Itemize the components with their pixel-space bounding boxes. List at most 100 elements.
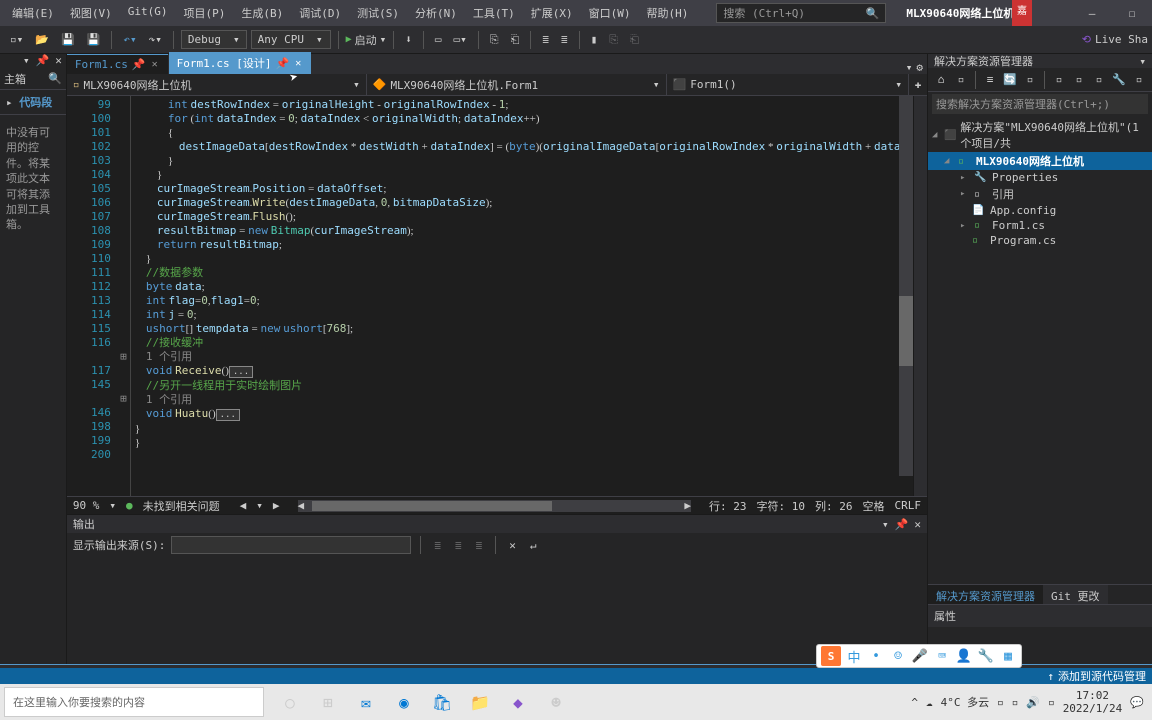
- solution-search[interactable]: 搜索解决方案资源管理器(Ctrl+;): [932, 94, 1148, 114]
- toolbar-icon[interactable]: ▭▾: [450, 31, 471, 48]
- mail-icon[interactable]: ✉: [354, 690, 378, 714]
- explorer-icon[interactable]: 📁: [468, 690, 492, 714]
- taskbar-search[interactable]: 在这里输入你要搜索的内容: [4, 687, 264, 717]
- toolbar-icon[interactable]: ▫: [952, 71, 970, 89]
- vertical-scrollbar[interactable]: [899, 96, 913, 476]
- menu-item[interactable]: 扩展(X): [523, 3, 581, 23]
- volume-icon[interactable]: 🔊: [1026, 696, 1040, 709]
- zoom-level[interactable]: 90 %: [73, 499, 100, 512]
- toolbar-icon[interactable]: ≣: [538, 31, 553, 48]
- start-button[interactable]: ▶启动▾: [346, 32, 387, 48]
- toolbar-icon[interactable]: ⎗: [626, 31, 643, 49]
- menu-item[interactable]: Git(G): [120, 3, 176, 23]
- clock-time[interactable]: 17:02: [1063, 689, 1123, 702]
- horizontal-scrollbar[interactable]: ◀▶: [298, 500, 691, 512]
- toolbar-icon[interactable]: ≣: [451, 537, 466, 554]
- dropdown-icon[interactable]: ▾: [906, 61, 913, 74]
- new-icon[interactable]: ▫▾: [6, 31, 27, 48]
- tray-icon[interactable]: ▫: [997, 696, 1004, 709]
- liveshare-button[interactable]: ⟲Live Sha: [1082, 33, 1148, 46]
- ime-grid-icon[interactable]: ▦: [999, 647, 1017, 665]
- platform-combo[interactable]: Any CPU▾: [251, 30, 331, 49]
- clear-icon[interactable]: ✕: [505, 537, 520, 554]
- toolbar-icon[interactable]: ▭: [431, 31, 446, 48]
- global-search[interactable]: 搜索 (Ctrl+Q) 🔍: [716, 3, 886, 23]
- pin-icon[interactable]: 📌: [36, 54, 50, 68]
- account-badge[interactable]: 嘉: [1012, 0, 1032, 26]
- dropdown-icon[interactable]: ▾: [882, 518, 889, 531]
- pin-icon[interactable]: 📌: [132, 58, 146, 71]
- wrench-icon[interactable]: 🔧: [1110, 71, 1128, 89]
- ime-emoji-icon[interactable]: ☺: [889, 647, 907, 665]
- weather-icon[interactable]: ☁: [926, 696, 933, 709]
- toolbar-icon[interactable]: ≡: [981, 71, 999, 89]
- toolbar-icon[interactable]: ▫: [1070, 71, 1088, 89]
- tab-form1-cs[interactable]: Form1.cs📌✕: [67, 54, 168, 74]
- minimap[interactable]: [913, 96, 927, 496]
- close-icon[interactable]: ✕: [150, 59, 160, 70]
- toolbar-icon[interactable]: ⬇: [401, 31, 416, 48]
- toolbar-icon[interactable]: ≣: [557, 31, 572, 48]
- toolbar-icon[interactable]: ▫: [1090, 71, 1108, 89]
- nav-project[interactable]: ▫MLX90640网络上位机▾: [67, 74, 367, 95]
- tree-node-references[interactable]: ▸▫引用: [928, 185, 1152, 203]
- tree-node-appconfig[interactable]: 📄App.config: [928, 203, 1152, 218]
- toolbar-icon[interactable]: ▮: [587, 31, 602, 48]
- ime-mic-icon[interactable]: 🎤: [911, 647, 929, 665]
- menu-item[interactable]: 项目(P): [176, 3, 234, 23]
- ime-keyboard-icon[interactable]: ⌨: [933, 647, 951, 665]
- toolbar-icon[interactable]: ▫: [1050, 71, 1068, 89]
- menu-item[interactable]: 窗口(W): [581, 3, 639, 23]
- dropdown-icon[interactable]: ▾: [23, 54, 30, 68]
- menu-item[interactable]: 生成(B): [233, 3, 291, 23]
- edge-icon[interactable]: ◉: [392, 690, 416, 714]
- menu-item[interactable]: 测试(S): [349, 3, 407, 23]
- search-icon[interactable]: 🔍: [48, 72, 62, 85]
- tree-root[interactable]: ◢⬛解决方案"MLX90640网络上位机"(1 个项目/共: [928, 118, 1152, 152]
- section-label[interactable]: 代码段: [19, 96, 52, 109]
- tree-node-properties[interactable]: ▸🔧Properties: [928, 170, 1152, 185]
- menu-item[interactable]: 分析(N): [407, 3, 465, 23]
- tab-form1-design[interactable]: Form1.cs [设计]📌✕: [169, 52, 312, 74]
- save-icon[interactable]: 💾: [57, 31, 79, 48]
- config-combo[interactable]: Debug▾: [181, 30, 247, 49]
- toolbar-icon[interactable]: ▫: [1021, 71, 1039, 89]
- toolbar-icon[interactable]: ⎘: [605, 31, 622, 49]
- fold-gutter[interactable]: ⊞ ⊞: [117, 96, 131, 496]
- toolbar-icon[interactable]: ≣: [472, 537, 487, 554]
- menu-item[interactable]: 编辑(E): [4, 3, 62, 23]
- solution-tree[interactable]: ◢⬛解决方案"MLX90640网络上位机"(1 个项目/共 ◢▫MLX90640…: [928, 116, 1152, 584]
- split-icon[interactable]: ✚: [909, 78, 927, 91]
- close-icon[interactable]: ✕: [55, 54, 62, 68]
- pin-icon[interactable]: 📌: [895, 518, 909, 531]
- maximize-button[interactable]: ☐: [1112, 0, 1152, 26]
- ime-lang[interactable]: 中: [845, 647, 863, 665]
- tab-git-changes[interactable]: Git 更改: [1043, 585, 1108, 604]
- menu-item[interactable]: 调试(D): [291, 3, 349, 23]
- tree-node-form1[interactable]: ▸▫Form1.cs: [928, 218, 1152, 233]
- output-body[interactable]: [67, 557, 927, 664]
- sync-icon[interactable]: 🔄: [1001, 71, 1019, 89]
- home-icon[interactable]: ⌂: [932, 71, 950, 89]
- ime-icon[interactable]: •: [867, 647, 885, 665]
- toolbar-icon[interactable]: ≣: [430, 537, 445, 554]
- gear-icon[interactable]: ⚙: [916, 61, 923, 74]
- output-source-combo[interactable]: [171, 536, 411, 554]
- dropdown-icon[interactable]: ▾: [1139, 55, 1146, 68]
- code-editor[interactable]: 9910010110210310410510610710810911011111…: [67, 96, 927, 496]
- code-content[interactable]: int destRowIndex = originalHeight - orig…: [131, 96, 927, 496]
- tree-project[interactable]: ◢▫MLX90640网络上位机: [928, 152, 1152, 170]
- nav-method[interactable]: ⬛Form1()▾: [667, 74, 909, 95]
- issues-status[interactable]: 未找到相关问题: [143, 498, 220, 514]
- vs-icon[interactable]: ◆: [506, 690, 530, 714]
- app-icon[interactable]: ☻: [544, 690, 568, 714]
- undo-icon[interactable]: ↶▾: [119, 31, 140, 48]
- toolbar-icon[interactable]: ▫: [1130, 71, 1148, 89]
- notifications-icon[interactable]: 💬: [1130, 696, 1144, 709]
- menu-item[interactable]: 工具(T): [465, 3, 523, 23]
- toolbar-icon[interactable]: ⎗: [507, 31, 524, 49]
- pin-icon[interactable]: 📌: [276, 57, 290, 70]
- source-control-label[interactable]: 添加到源代码管理: [1058, 668, 1146, 684]
- open-icon[interactable]: 📂: [31, 31, 53, 48]
- menu-item[interactable]: 帮助(H): [639, 3, 697, 23]
